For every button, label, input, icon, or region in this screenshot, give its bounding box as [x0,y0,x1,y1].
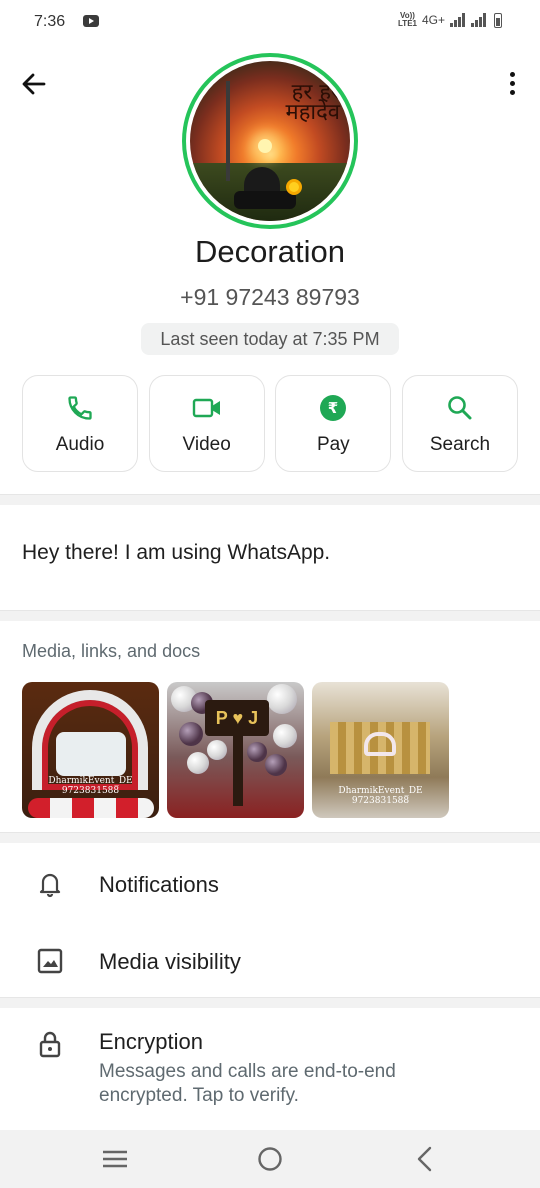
home-icon[interactable] [255,1144,285,1174]
board-sign: P ♥ J [205,700,269,736]
phone-icon [23,394,137,422]
contact-phone: +91 97243 89793 [180,284,360,310]
rupee-icon: ₹ [276,394,390,422]
profile-avatar[interactable]: हर हर महादेव [182,53,358,229]
notifications-label: Notifications [99,872,219,897]
more-options-icon[interactable] [502,68,522,100]
audio-call-button[interactable]: Audio [22,375,138,472]
battery-icon [494,12,502,28]
section-divider [0,832,540,843]
bell-icon [36,870,64,898]
media-visibility-row[interactable]: Media visibility [0,925,540,995]
network-type: 4G+ [421,13,445,27]
search-icon [403,394,517,422]
avatar-text: हर हर महादेव [285,80,340,125]
section-divider [0,494,540,505]
media-thumbnails: DharmikEvent_DE 9723831588 P ♥ J Dharmik… [22,682,449,818]
volte-icon: Vo)) LTE1 [398,11,417,28]
contact-name: Decoration [195,234,345,269]
watermark-text: DharmikEvent_DE 9723831588 [48,776,133,796]
section-divider [0,610,540,621]
image-icon [36,947,64,975]
media-visibility-label: Media visibility [99,949,241,974]
back-arrow-icon[interactable] [18,68,50,100]
system-nav-bar [0,1130,540,1188]
video-call-button[interactable]: Video [148,375,265,472]
notifications-row[interactable]: Notifications [0,848,540,918]
search-button[interactable]: Search [401,375,518,472]
lock-icon [36,1030,64,1058]
signal-icon [471,13,487,27]
search-label: Search [429,434,491,455]
video-icon [150,394,264,422]
recent-apps-icon[interactable] [100,1144,130,1174]
encryption-subtitle[interactable]: Messages and calls are end-to-end encryp… [99,1060,479,1108]
pay-button[interactable]: ₹ Pay [275,375,392,472]
avatar-image: हर हर महादेव [190,61,350,221]
encryption-title[interactable]: Encryption [99,1029,203,1055]
audio-label: Audio [55,434,105,455]
media-thumbnail[interactable]: DharmikEvent_DE 9723831588 [312,682,449,818]
action-buttons: Audio Video ₹ Pay Search [22,375,518,472]
back-nav-icon[interactable] [410,1144,440,1174]
section-divider [0,997,540,1008]
last-seen: Last seen today at 7:35 PM [141,323,399,355]
pay-label: Pay [316,434,350,455]
youtube-icon [83,15,99,27]
signal-icon [450,13,466,27]
video-label: Video [182,434,231,455]
svg-text:₹: ₹ [328,399,338,417]
about-text[interactable]: Hey there! I am using WhatsApp. [22,541,330,565]
media-section-title[interactable]: Media, links, and docs [22,641,200,662]
status-icons: Vo)) LTE1 4G+ [398,12,502,28]
status-time: 7:36 [34,13,66,30]
status-bar: 7:36 Vo)) LTE1 4G+ [0,0,540,44]
media-thumbnail[interactable]: P ♥ J [167,682,304,818]
media-thumbnail[interactable]: DharmikEvent_DE 9723831588 [22,682,159,818]
watermark-text: DharmikEvent_DE 9723831588 [338,786,423,806]
